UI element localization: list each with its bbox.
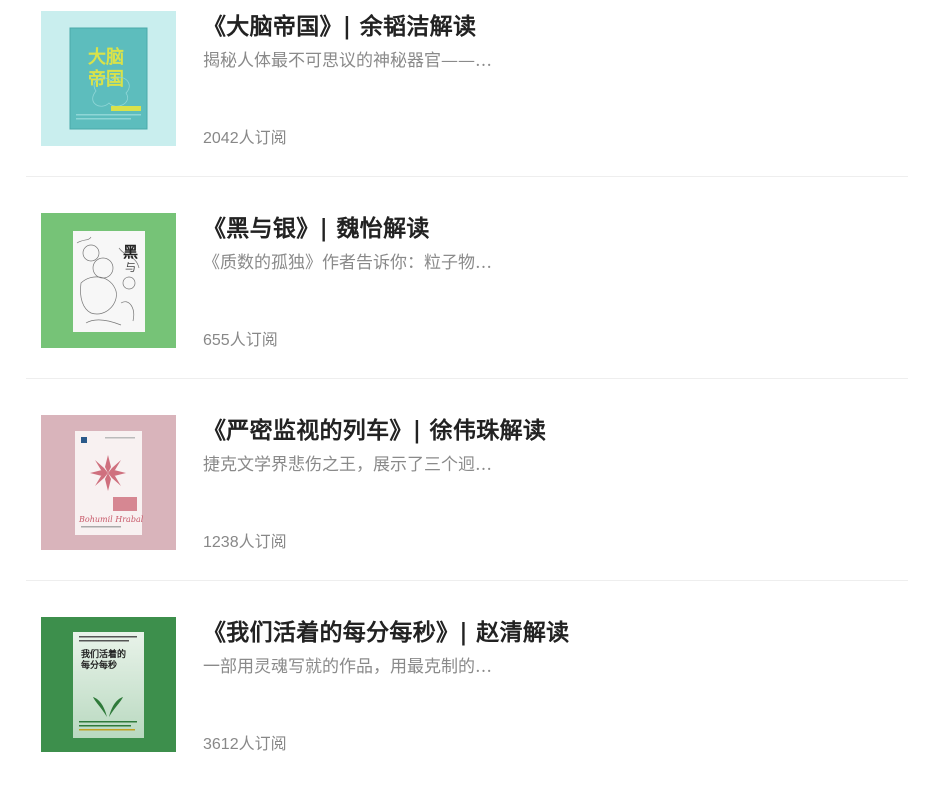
book-title[interactable]: 《大脑帝国》| 余韬洁解读 xyxy=(203,7,476,41)
divider xyxy=(26,580,908,581)
every-second-book-cover-icon: 我们活着的 每分每秒 xyxy=(41,617,176,752)
subscriber-count: 1238人订阅 xyxy=(203,534,287,551)
book-title[interactable]: 《我们活着的每分每秒》| 赵清解读 xyxy=(203,613,569,647)
train-book-cover-icon: Bohumil Hrabal xyxy=(41,415,176,550)
svg-text:帝国: 帝国 xyxy=(88,68,124,90)
brain-book-cover-icon: 大脑 帝国 xyxy=(41,11,176,146)
book-cover[interactable]: 大脑 帝国 xyxy=(41,11,176,146)
svg-text:我们活着的: 我们活着的 xyxy=(81,648,126,660)
subscriber-count: 2042人订阅 xyxy=(203,130,287,147)
book-description: 捷克文学界悲伤之王，展示了三个迥… xyxy=(203,455,492,475)
divider xyxy=(26,176,908,177)
book-cover[interactable]: 黑 与 xyxy=(41,213,176,348)
book-cover[interactable]: Bohumil Hrabal xyxy=(41,415,176,550)
book-description: 《质数的孤独》作者告诉你：粒子物… xyxy=(203,253,492,273)
list-item[interactable]: Bohumil Hrabal 《严密监视的列车》| 徐伟珠解读 捷克文学界悲伤之… xyxy=(0,404,936,606)
subscriber-count: 655人订阅 xyxy=(203,332,278,349)
svg-text:黑: 黑 xyxy=(123,243,138,261)
svg-text:大脑: 大脑 xyxy=(88,46,124,68)
list-item[interactable]: 黑 与 《黑与银》| 魏怡解读 《质数的孤独》作者告诉你：粒子物… 655人订阅 xyxy=(0,202,936,404)
book-title[interactable]: 《黑与银》| 魏怡解读 xyxy=(203,209,430,243)
divider xyxy=(26,378,908,379)
book-description: 一部用灵魂写就的作品，用最克制的… xyxy=(203,657,492,677)
svg-text:每分每秒: 每分每秒 xyxy=(81,659,117,671)
svg-text:Bohumil Hrabal: Bohumil Hrabal xyxy=(78,515,144,524)
svg-text:与: 与 xyxy=(125,261,136,274)
black-and-silver-book-cover-icon: 黑 与 xyxy=(41,213,176,348)
list-item[interactable]: 我们活着的 每分每秒 《我们活着的每分每秒》| 赵清解读 一部用灵魂写就的作品，… xyxy=(0,606,936,808)
list-item[interactable]: 大脑 帝国 《大脑帝国》| 余韬洁解读 揭秘人体最不可思议的神秘器官——… 20… xyxy=(0,0,936,202)
book-title[interactable]: 《严密监视的列车》| 徐伟珠解读 xyxy=(203,411,546,445)
book-description: 揭秘人体最不可思议的神秘器官——… xyxy=(203,51,492,71)
book-cover[interactable]: 我们活着的 每分每秒 xyxy=(41,617,176,752)
subscriber-count: 3612人订阅 xyxy=(203,736,287,753)
